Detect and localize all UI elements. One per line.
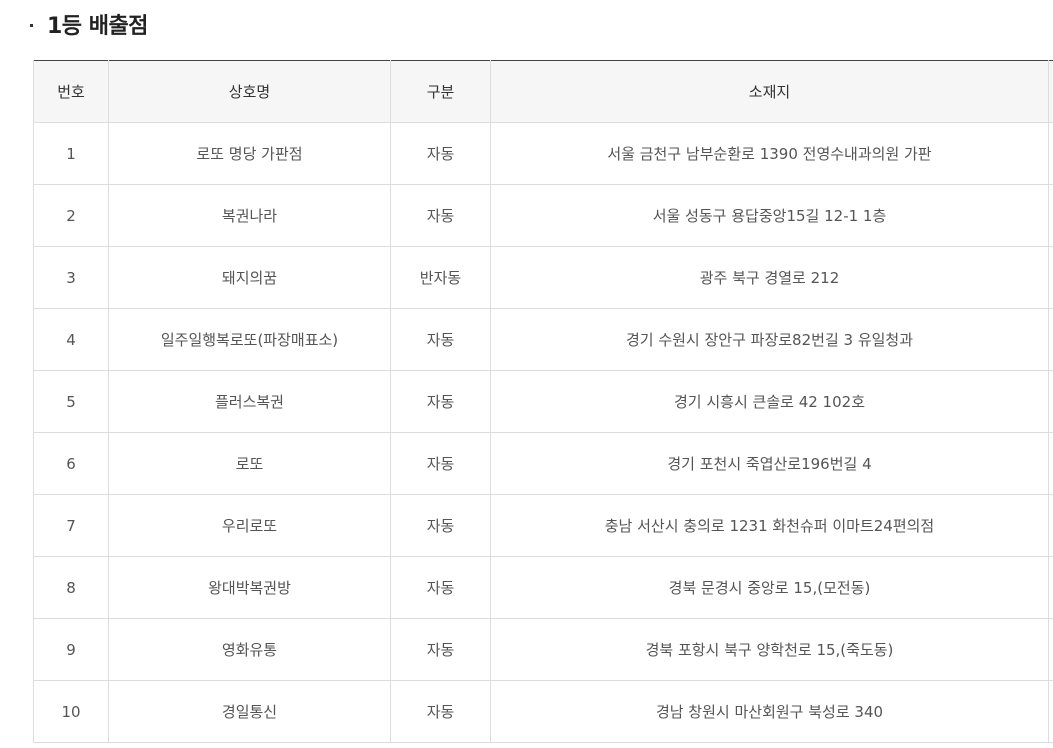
table-header-row: 번호 상호명 구분 소재지 bbox=[33, 60, 1053, 123]
header-store-name: 상호명 bbox=[108, 60, 391, 123]
cell-type: 반자동 bbox=[390, 246, 491, 309]
cell-address: 광주 북구 경열로 212 bbox=[490, 246, 1049, 309]
section-title: 1등 배출점 bbox=[47, 14, 148, 39]
cell-address: 서울 성동구 용답중앙15길 12-1 1층 bbox=[490, 184, 1049, 247]
cell-no: 2 bbox=[33, 184, 109, 247]
cell-address: 충남 서산시 충의로 1231 화천슈퍼 이마트24편의점 bbox=[490, 494, 1049, 557]
cell-extra bbox=[1048, 246, 1053, 309]
cell-store-name: 왕대박복권방 bbox=[108, 556, 391, 619]
cell-type: 자동 bbox=[390, 122, 491, 185]
cell-address: 경북 문경시 중앙로 15,(모전동) bbox=[490, 556, 1049, 619]
cell-extra bbox=[1048, 184, 1053, 247]
cell-type: 자동 bbox=[390, 494, 491, 557]
table-row: 4 일주일행복로또(파장매표소) 자동 경기 수원시 장안구 파장로82번길 3 유일… bbox=[33, 308, 1053, 371]
cell-address: 서울 금천구 남부순환로 1390 전영수내과의원 가판 bbox=[490, 122, 1049, 185]
cell-no: 5 bbox=[33, 370, 109, 433]
cell-address: 경기 수원시 장안구 파장로82번길 3 유일청과 bbox=[490, 308, 1049, 371]
table-row: 8 왕대박복권방 자동 경북 문경시 중앙로 15,(모전동) bbox=[33, 556, 1053, 619]
bullet-icon bbox=[30, 23, 33, 27]
table-row: 7 우리로또 자동 충남 서산시 충의로 1231 화천슈퍼 이마트24편의점 bbox=[33, 494, 1053, 557]
cell-store-name: 복권나라 bbox=[108, 184, 391, 247]
table-body: 1 로또 명당 가판점 자동 서울 금천구 남부순환로 1390 전영수내과의원 가판… bbox=[33, 122, 1053, 743]
cell-type: 자동 bbox=[390, 184, 491, 247]
cell-address: 경남 창원시 마산회원구 북성로 340 bbox=[490, 680, 1049, 743]
cell-store-name: 플러스복권 bbox=[108, 370, 391, 433]
cell-address: 경기 포천시 죽엽산로196번길 4 bbox=[490, 432, 1049, 495]
header-extra bbox=[1048, 60, 1053, 123]
winning-stores-table: 번호 상호명 구분 소재지 1 로또 명당 가판점 자동 서울 금천구 남부순환로 1… bbox=[33, 60, 1053, 743]
cell-extra bbox=[1048, 308, 1053, 371]
table-row: 2 복권나라 자동 서울 성동구 용답중앙15길 12-1 1층 bbox=[33, 184, 1053, 247]
cell-no: 1 bbox=[33, 122, 109, 185]
table-row: 1 로또 명당 가판점 자동 서울 금천구 남부순환로 1390 전영수내과의원 가판 bbox=[33, 122, 1053, 185]
table-row: 10 경일통신 자동 경남 창원시 마산회원구 북성로 340 bbox=[33, 680, 1053, 743]
cell-store-name: 영화유통 bbox=[108, 618, 391, 681]
table-row: 5 플러스복권 자동 경기 시흥시 큰솔로 42 102호 bbox=[33, 370, 1053, 433]
cell-no: 3 bbox=[33, 246, 109, 309]
cell-type: 자동 bbox=[390, 680, 491, 743]
table-row: 9 영화유통 자동 경북 포항시 북구 양학천로 15,(죽도동) bbox=[33, 618, 1053, 681]
header-address: 소재지 bbox=[490, 60, 1049, 123]
cell-no: 10 bbox=[33, 680, 109, 743]
cell-extra bbox=[1048, 494, 1053, 557]
cell-address: 경북 포항시 북구 양학천로 15,(죽도동) bbox=[490, 618, 1049, 681]
cell-extra bbox=[1048, 556, 1053, 619]
cell-store-name: 로또 명당 가판점 bbox=[108, 122, 391, 185]
cell-extra bbox=[1048, 680, 1053, 743]
table-row: 6 로또 자동 경기 포천시 죽엽산로196번길 4 bbox=[33, 432, 1053, 495]
cell-no: 8 bbox=[33, 556, 109, 619]
cell-store-name: 우리로또 bbox=[108, 494, 391, 557]
cell-type: 자동 bbox=[390, 370, 491, 433]
table-row: 3 돼지의꿈 반자동 광주 북구 경열로 212 bbox=[33, 246, 1053, 309]
cell-type: 자동 bbox=[390, 556, 491, 619]
cell-extra bbox=[1048, 370, 1053, 433]
cell-type: 자동 bbox=[390, 432, 491, 495]
winning-stores-table-container: 번호 상호명 구분 소재지 1 로또 명당 가판점 자동 서울 금천구 남부순환로 1… bbox=[33, 60, 1053, 743]
header-no: 번호 bbox=[33, 60, 109, 123]
cell-no: 4 bbox=[33, 308, 109, 371]
cell-extra bbox=[1048, 122, 1053, 185]
cell-address: 경기 시흥시 큰솔로 42 102호 bbox=[490, 370, 1049, 433]
cell-type: 자동 bbox=[390, 308, 491, 371]
cell-no: 9 bbox=[33, 618, 109, 681]
cell-no: 7 bbox=[33, 494, 109, 557]
cell-no: 6 bbox=[33, 432, 109, 495]
cell-extra bbox=[1048, 618, 1053, 681]
cell-store-name: 돼지의꿈 bbox=[108, 246, 391, 309]
header-type: 구분 bbox=[390, 60, 491, 123]
cell-store-name: 일주일행복로또(파장매표소) bbox=[108, 308, 391, 371]
section-heading: 1등 배출점 bbox=[30, 6, 148, 42]
cell-type: 자동 bbox=[390, 618, 491, 681]
cell-extra bbox=[1048, 432, 1053, 495]
cell-store-name: 로또 bbox=[108, 432, 391, 495]
cell-store-name: 경일통신 bbox=[108, 680, 391, 743]
